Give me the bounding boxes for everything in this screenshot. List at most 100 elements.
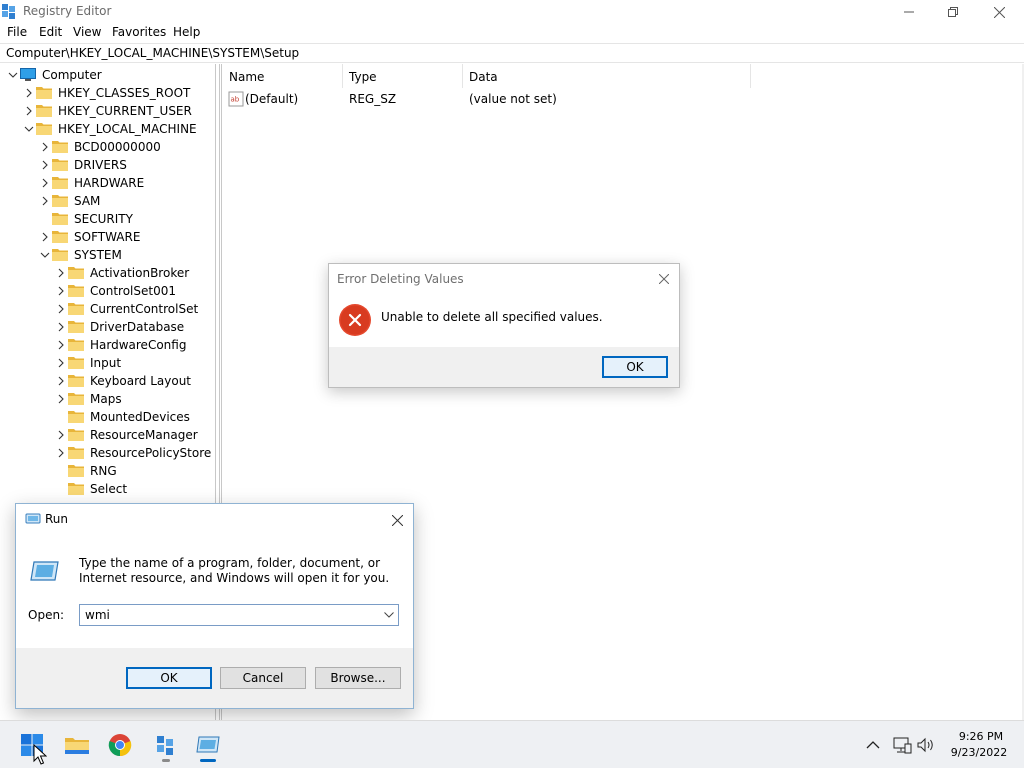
taskbar-run[interactable] (192, 729, 224, 761)
address-bar[interactable]: Computer\HKEY_LOCAL_MACHINE\SYSTEM\Setup (0, 43, 1024, 63)
clock-time[interactable]: 9:26 PM (950, 730, 1012, 743)
run-dialog-close-button[interactable] (387, 510, 407, 530)
chevron-right-icon[interactable] (56, 358, 66, 368)
menu-file[interactable]: File (7, 25, 27, 39)
chevron-right-icon[interactable] (24, 106, 34, 116)
tree-node-label: HardwareConfig (90, 338, 187, 352)
column-divider[interactable] (462, 64, 463, 88)
tree-node[interactable]: HKEY_LOCAL_MACHINE (0, 120, 210, 138)
dropdown-button[interactable] (382, 608, 396, 622)
chevron-right-icon[interactable] (56, 448, 66, 458)
menu-edit[interactable]: Edit (39, 25, 62, 39)
tree-node-label: Computer (42, 68, 102, 82)
tree-node[interactable]: SYSTEM (0, 246, 210, 264)
folder-icon (52, 141, 68, 153)
tree-node-label: DriverDatabase (90, 320, 185, 334)
tree-node[interactable]: Select (0, 480, 210, 498)
chevron-right-icon[interactable] (56, 286, 66, 296)
tree-node[interactable]: MountedDevices (0, 408, 210, 426)
column-header-name[interactable]: Name (229, 70, 264, 84)
taskbar-registry-editor[interactable] (150, 729, 182, 761)
tree-node[interactable]: Keyboard Layout (0, 372, 210, 390)
tree-node[interactable]: BCD00000000 (0, 138, 210, 156)
tree-node-label: CurrentControlSet (90, 302, 199, 316)
maximize-button[interactable] (930, 0, 976, 24)
column-divider[interactable] (750, 64, 751, 88)
tree-node[interactable]: ActivationBroker (0, 264, 210, 282)
tree-node[interactable]: ControlSet001 (0, 282, 210, 300)
chevron-right-icon[interactable] (24, 88, 34, 98)
taskbar-chrome[interactable] (104, 729, 136, 761)
volume-icon[interactable] (916, 735, 936, 755)
error-dialog-close-button[interactable] (655, 270, 673, 288)
open-input[interactable] (80, 605, 376, 625)
clock-date[interactable]: 9/23/2022 (946, 746, 1012, 759)
tree-node[interactable]: SAM (0, 192, 210, 210)
tree-node[interactable]: SECURITY (0, 210, 210, 228)
chevron-right-icon[interactable] (56, 430, 66, 440)
tree-node[interactable]: Maps (0, 390, 210, 408)
chevron-right-icon[interactable] (56, 394, 66, 404)
tree-node[interactable]: RNG (0, 462, 210, 480)
chevron-right-icon[interactable] (40, 196, 50, 206)
tree-node-label: SAM (74, 194, 101, 208)
folder-icon (68, 465, 84, 477)
tree-node[interactable]: HKEY_CLASSES_ROOT (0, 84, 210, 102)
menu-view[interactable]: View (73, 25, 101, 39)
tree-node-label: SECURITY (74, 212, 133, 226)
chevron-right-icon[interactable] (40, 232, 50, 242)
column-header-data[interactable]: Data (469, 70, 498, 84)
taskbar-file-explorer[interactable] (61, 729, 93, 761)
tree-node[interactable]: HardwareConfig (0, 336, 210, 354)
folder-icon (68, 357, 84, 369)
folder-icon (36, 123, 52, 135)
tree-node-label: ResourceManager (90, 428, 198, 442)
run-cancel-button[interactable]: Cancel (220, 667, 306, 689)
chevron-right-icon[interactable] (56, 322, 66, 332)
chevron-up-icon[interactable] (864, 736, 882, 754)
open-combobox[interactable] (79, 604, 399, 626)
value-row[interactable]: ab (Default) REG_SZ (value not set) (222, 90, 750, 108)
menu-favorites[interactable]: Favorites (112, 25, 166, 39)
chevron-right-icon[interactable] (56, 304, 66, 314)
run-browse-button[interactable]: Browse... (315, 667, 401, 689)
network-icon[interactable] (892, 735, 912, 755)
tree-node[interactable]: HKEY_CURRENT_USER (0, 102, 210, 120)
chevron-right-icon[interactable] (56, 376, 66, 386)
close-button[interactable] (976, 0, 1022, 24)
tree-node[interactable]: DRIVERS (0, 156, 210, 174)
value-data: (value not set) (469, 92, 557, 106)
value-name: (Default) (245, 92, 299, 106)
tree-node[interactable]: DriverDatabase (0, 318, 210, 336)
tree-node-label: MountedDevices (90, 410, 190, 424)
menu-help[interactable]: Help (173, 25, 200, 39)
tree-node[interactable]: Computer (0, 66, 210, 84)
tree-node[interactable]: CurrentControlSet (0, 300, 210, 318)
folder-icon (52, 195, 68, 207)
svg-text:ab: ab (231, 96, 240, 104)
tree-node[interactable]: ResourceManager (0, 426, 210, 444)
tree-node[interactable]: Input (0, 354, 210, 372)
chevron-right-icon[interactable] (56, 340, 66, 350)
minimize-button[interactable] (886, 0, 932, 24)
run-icon (196, 736, 220, 753)
address-path[interactable]: Computer\HKEY_LOCAL_MACHINE\SYSTEM\Setup (6, 46, 299, 60)
tree-node[interactable]: HARDWARE (0, 174, 210, 192)
column-header-type[interactable]: Type (349, 70, 377, 84)
tree-node[interactable]: SOFTWARE (0, 228, 210, 246)
chevron-down-icon[interactable] (8, 70, 18, 80)
chevron-right-icon[interactable] (56, 268, 66, 278)
chevron-right-icon[interactable] (40, 160, 50, 170)
error-ok-button[interactable]: OK (602, 356, 668, 378)
chevron-right-icon[interactable] (40, 142, 50, 152)
run-ok-button[interactable]: OK (126, 667, 212, 689)
computer-icon (20, 68, 36, 81)
chevron-down-icon[interactable] (24, 124, 34, 134)
chevron-down-icon[interactable] (40, 250, 50, 260)
tree-node-label: HKEY_CLASSES_ROOT (58, 86, 191, 100)
column-divider[interactable] (342, 64, 343, 88)
folder-icon (68, 375, 84, 387)
tree-node[interactable]: ResourcePolicyStore (0, 444, 211, 462)
chrome-icon (108, 734, 132, 757)
chevron-right-icon[interactable] (40, 178, 50, 188)
